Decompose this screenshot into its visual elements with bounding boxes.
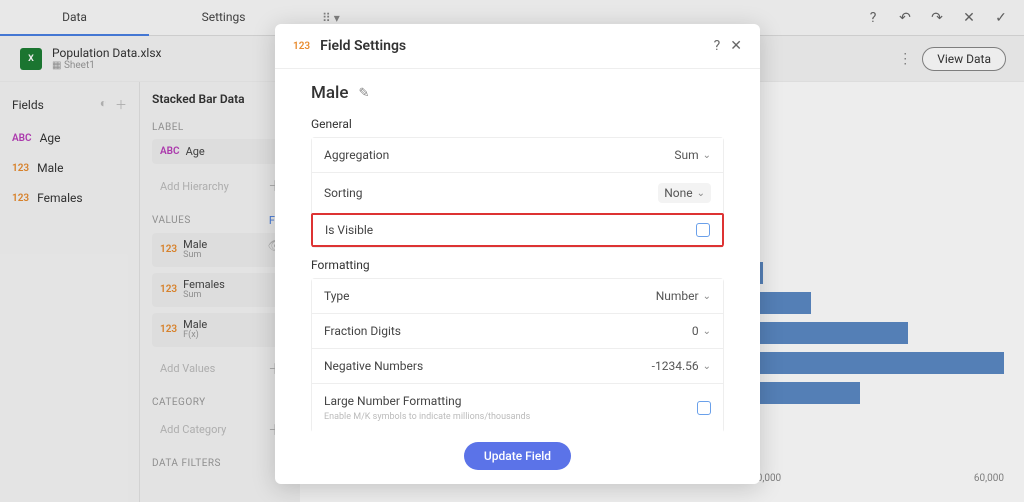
type-123-icon: 123 (12, 193, 29, 204)
file-name: Population Data.xlsx (52, 46, 161, 60)
category-section: CATEGORY (152, 397, 290, 408)
row-large-number-formatting[interactable]: Large Number Formatting Enable M/K symbo… (311, 383, 724, 432)
group-general: General (311, 117, 724, 131)
config-title: Stacked Bar Data (152, 92, 290, 106)
type-123-icon: 123 (12, 163, 29, 174)
more-icon[interactable]: ⋮ (898, 51, 912, 67)
field-item-age[interactable]: ABC Age (0, 123, 139, 153)
field-label: Age (40, 131, 61, 145)
fields-title: Fields (12, 98, 44, 112)
values-section: VALUES F(x) (152, 214, 290, 227)
help-icon[interactable]: ? (864, 9, 882, 27)
chart-type-icon[interactable]: ⠿ ▾ (322, 11, 340, 25)
tab-data[interactable]: Data (0, 0, 149, 36)
type-abc-icon: ABC (160, 146, 180, 157)
redo-icon[interactable]: ↷ (928, 9, 946, 27)
row-type[interactable]: Type Number⌄ (311, 278, 724, 313)
undo-icon[interactable]: ↶ (896, 9, 914, 27)
add-hierarchy[interactable]: Add Hierarchy＋ (152, 170, 290, 202)
field-item-male[interactable]: 123 Male (0, 153, 139, 183)
is-visible-checkbox[interactable] (696, 223, 710, 237)
type-abc-icon: ABC (12, 133, 32, 144)
row-aggregation[interactable]: Aggregation Sum⌄ (311, 137, 724, 172)
field-settings-modal: 123 Field Settings ? ✕ Male ✎ General Ag… (275, 24, 760, 484)
field-item-females[interactable]: 123 Females (0, 183, 139, 213)
help-icon[interactable]: ? (714, 38, 721, 54)
label-chip-age[interactable]: ABC Age (152, 139, 290, 164)
label-section: LABEL (152, 122, 290, 133)
edit-icon[interactable]: ✎ (358, 86, 369, 101)
field-label: Females (37, 191, 82, 205)
row-fraction-digits[interactable]: Fraction Digits 0⌄ (311, 313, 724, 348)
data-filters-section: DATA FILTERS (152, 458, 290, 469)
field-label: Male (37, 161, 63, 175)
add-values[interactable]: Add Values＋ (152, 353, 290, 385)
value-chip-females[interactable]: 123 FemalesSum (152, 273, 290, 307)
close-icon[interactable]: ✕ (730, 38, 742, 54)
sheet-name: ▦ Sheet1 (52, 60, 161, 71)
large-number-checkbox[interactable] (697, 401, 711, 415)
chip-text: Age (186, 145, 205, 158)
type-123-icon: 123 (293, 41, 310, 52)
add-category[interactable]: Add Category＋ (152, 414, 290, 446)
view-data-button[interactable]: View Data (922, 47, 1006, 71)
value-chip-male[interactable]: 123 MaleSum 👁 (152, 233, 290, 267)
row-sorting[interactable]: Sorting None⌄ (311, 172, 724, 213)
row-negative-numbers[interactable]: Negative Numbers -1234.56⌄ (311, 348, 724, 383)
row-is-visible[interactable]: Is Visible (311, 213, 724, 248)
modal-title: Field Settings (320, 38, 704, 54)
fields-panel: Fields ◐ ＋ ABC Age 123 Male 123 Females (0, 82, 140, 502)
add-field-icon[interactable]: ＋ (115, 96, 127, 113)
type-123-icon: 123 (160, 284, 177, 295)
confirm-icon[interactable]: ✓ (992, 9, 1010, 27)
type-123-icon: 123 (160, 244, 177, 255)
filter-icon[interactable]: ◐ (100, 96, 107, 113)
group-formatting: Formatting (311, 258, 724, 272)
update-field-button[interactable]: Update Field (464, 442, 571, 470)
close-icon[interactable]: ✕ (960, 9, 978, 27)
value-chip-male-fx[interactable]: 123 MaleF(x) (152, 313, 290, 347)
excel-file-icon: X (20, 48, 42, 70)
type-123-icon: 123 (160, 324, 177, 335)
field-name: Male (311, 83, 348, 103)
